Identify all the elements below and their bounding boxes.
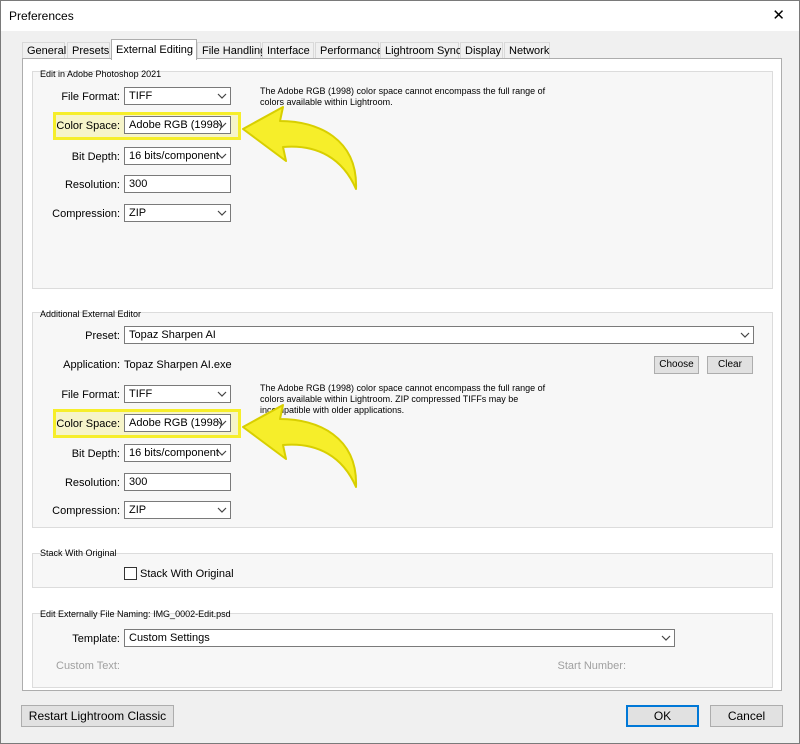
file-format-label: File Format: [61, 389, 120, 401]
chevron-down-icon [661, 635, 671, 641]
chevron-down-icon [217, 122, 227, 128]
yellow-arrow-icon [242, 404, 358, 488]
chevron-down-icon [217, 507, 227, 513]
template-value: Custom Settings [129, 632, 210, 644]
resolution-label: Resolution: [64, 179, 120, 191]
group-title-additional-editor: Additional External Editor [40, 309, 142, 319]
tab-file-handling[interactable]: File Handling [197, 42, 266, 59]
bit-depth-select[interactable]: 16 bits/component [124, 444, 231, 462]
bit-depth-value: 16 bits/component [129, 447, 219, 459]
compression-value: ZIP [129, 207, 147, 219]
group-title-stack: Stack With Original [40, 548, 117, 558]
custom-text-label: Custom Text: [56, 660, 120, 672]
chevron-down-icon [217, 93, 227, 99]
file-format-label: File Format: [61, 91, 120, 103]
tab-lightroom-sync[interactable]: Lightroom Sync [380, 42, 461, 59]
start-number-label: Start Number: [557, 660, 626, 672]
chevron-down-icon [740, 332, 750, 338]
color-space-label: Color Space: [56, 120, 120, 132]
chevron-down-icon [217, 420, 227, 426]
color-space-value: Adobe RGB (1998) [129, 417, 223, 429]
bit-depth-label: Bit Depth: [71, 151, 120, 163]
tab-external-editing[interactable]: External Editing [111, 39, 197, 60]
stack-checkbox-label: Stack With Original [140, 568, 234, 580]
file-naming-title: Edit Externally File Naming: [40, 609, 151, 619]
tab-presets[interactable]: Presets [67, 42, 110, 59]
ok-button[interactable]: OK [626, 705, 699, 727]
bit-depth-select[interactable]: 16 bits/component [124, 147, 231, 165]
restart-lightroom-button[interactable]: Restart Lightroom Classic [21, 705, 174, 727]
clear-button[interactable]: Clear [707, 356, 753, 374]
stack-checkbox[interactable] [124, 567, 137, 580]
tab-interface[interactable]: Interface [262, 42, 314, 59]
chevron-down-icon [217, 210, 227, 216]
template-label: Template: [72, 633, 120, 645]
color-space-select[interactable]: Adobe RGB (1998) [124, 414, 231, 432]
window-title: Preferences [9, 9, 74, 23]
preferences-window: Preferences ✕ General Presets External E… [0, 0, 800, 744]
application-label: Application: [63, 359, 120, 371]
tab-general[interactable]: General [22, 42, 66, 59]
file-naming-group [32, 613, 773, 688]
choose-button[interactable]: Choose [654, 356, 699, 374]
bit-depth-value: 16 bits/component [129, 150, 219, 162]
chevron-down-icon [217, 391, 227, 397]
compression-select[interactable]: ZIP [124, 204, 231, 222]
color-space-value: Adobe RGB (1998) [129, 119, 223, 131]
file-format-select[interactable]: TIFF [124, 385, 231, 403]
group-title-edit-in-photoshop: Edit in Adobe Photoshop 2021 [40, 69, 162, 79]
file-format-select[interactable]: TIFF [124, 87, 231, 105]
chevron-down-icon [217, 153, 227, 159]
tab-performance[interactable]: Performance [315, 42, 383, 59]
application-path: Topaz Sharpen AI.exe [124, 359, 232, 371]
color-space-select[interactable]: Adobe RGB (1998) [124, 116, 231, 134]
preset-select[interactable]: Topaz Sharpen AI [124, 326, 754, 344]
group-title-file-naming: Edit Externally File Naming: IMG_0002-Ed… [40, 609, 231, 619]
external-editing-panel: Edit in Adobe Photoshop 2021 File Format… [22, 58, 782, 691]
compression-value: ZIP [129, 504, 147, 516]
template-select[interactable]: Custom Settings [124, 629, 675, 647]
preset-value: Topaz Sharpen AI [129, 329, 216, 341]
cancel-button[interactable]: Cancel [710, 705, 783, 727]
file-format-value: TIFF [129, 388, 153, 400]
tab-network[interactable]: Network [504, 42, 550, 59]
preset-label: Preset: [85, 330, 120, 342]
file-format-value: TIFF [129, 90, 153, 102]
resolution-input[interactable]: 300 [124, 175, 231, 193]
yellow-arrow-icon [242, 106, 358, 190]
close-icon[interactable]: ✕ [772, 6, 785, 24]
tab-display[interactable]: Display [460, 42, 503, 59]
color-space-label: Color Space: [56, 418, 120, 430]
title-bar: Preferences ✕ [1, 1, 799, 31]
bit-depth-label: Bit Depth: [71, 448, 120, 460]
file-naming-example: IMG_0002-Edit.psd [153, 609, 231, 619]
compression-select[interactable]: ZIP [124, 501, 231, 519]
compression-label: Compression: [52, 505, 120, 517]
compression-label: Compression: [52, 208, 120, 220]
resolution-label: Resolution: [64, 477, 120, 489]
chevron-down-icon [217, 450, 227, 456]
resolution-input[interactable]: 300 [124, 473, 231, 491]
